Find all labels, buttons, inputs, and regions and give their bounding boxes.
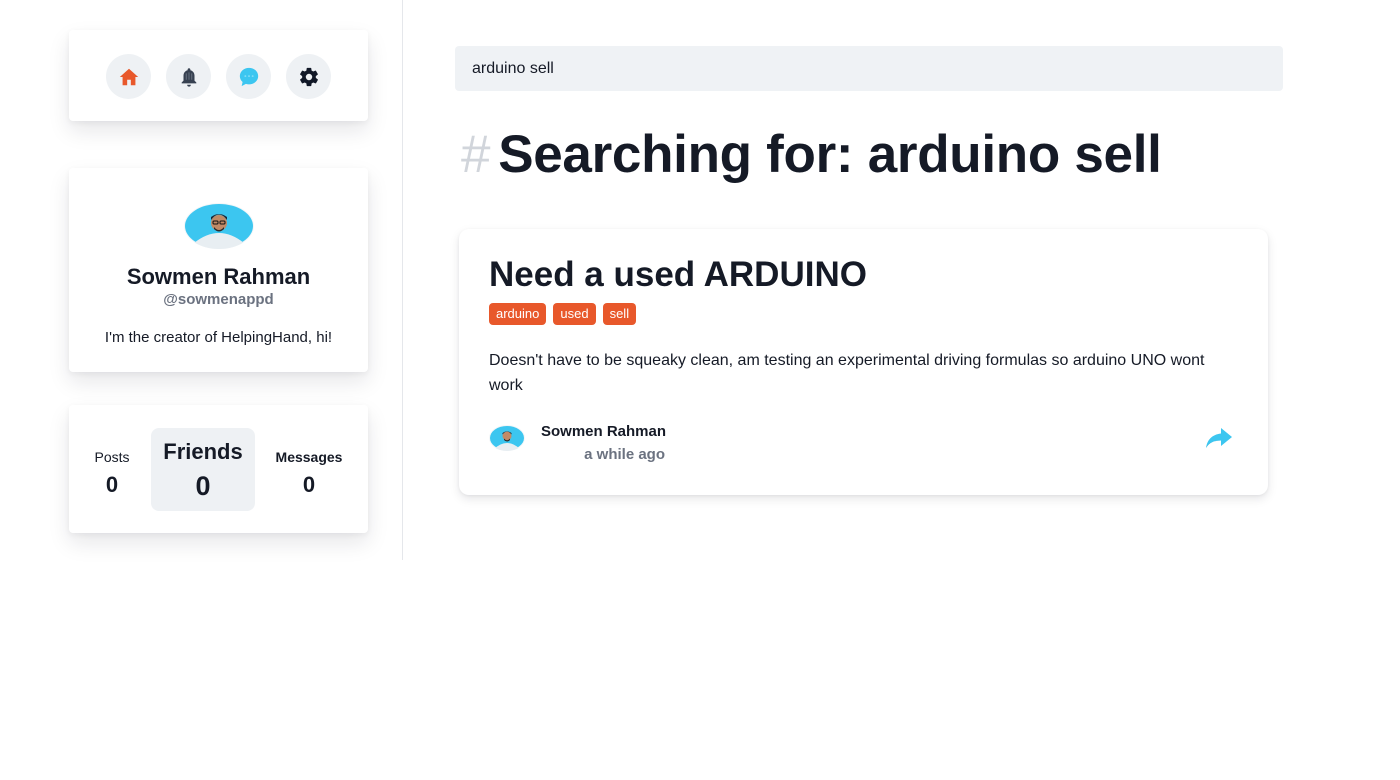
stat-messages-label: Messages [275,449,343,465]
post-tags: arduino used sell [489,303,637,325]
search-input[interactable] [455,46,1283,91]
gear-icon [299,67,318,86]
stat-posts[interactable]: Posts 0 [89,449,135,498]
stat-friends-value: 0 [195,471,211,501]
post-timestamp: a while ago [584,446,665,463]
stat-posts-value: 0 [105,472,119,497]
bell-icon [181,67,196,87]
tag-used[interactable]: used [553,303,596,325]
sidebar: Sowmen Rahman @sowmenappd I'm the creato… [0,0,403,560]
post-body: Doesn't have to be squeaky clean, am tes… [489,352,1205,394]
avatar-image [185,204,253,249]
author-avatar-image [490,426,524,451]
home-button[interactable] [106,54,151,99]
profile-bio: I'm the creator of HelpingHand, hi! [104,329,333,346]
stat-messages-value: 0 [302,472,316,497]
notifications-button[interactable] [166,54,211,99]
stat-posts-label: Posts [94,449,130,465]
page-title-text: Searching for: arduino sell [498,125,1162,184]
stat-friends-label: Friends [163,439,243,464]
hash-symbol: # [461,125,491,184]
profile-name: Sowmen Rahman [126,264,311,289]
home-icon [119,68,138,85]
share-button[interactable] [1204,425,1234,451]
stat-messages[interactable]: Messages 0 [272,449,346,498]
share-arrow-icon [1206,428,1232,448]
settings-button[interactable] [286,54,331,99]
nav-card [69,30,368,121]
chat-bubble-icon [239,67,258,86]
author-name[interactable]: Sowmen Rahman [541,423,666,440]
messages-button[interactable] [226,54,271,99]
stats-card: Posts 0 Friends 0 Messages 0 [69,405,368,533]
page-title: # Searching for: arduino sell [461,124,1162,185]
post-title[interactable]: Need a used ARDUINO [489,255,867,295]
tag-sell[interactable]: sell [602,303,637,325]
author-avatar[interactable] [489,425,525,451]
post-card[interactable]: Need a used ARDUINO arduino used sell Do… [459,229,1268,495]
profile-card: Sowmen Rahman @sowmenappd I'm the creato… [69,168,368,372]
stat-friends[interactable]: Friends 0 [151,428,255,511]
profile-handle: @sowmenappd [163,291,274,308]
tag-arduino[interactable]: arduino [489,303,547,325]
avatar[interactable] [184,203,254,249]
